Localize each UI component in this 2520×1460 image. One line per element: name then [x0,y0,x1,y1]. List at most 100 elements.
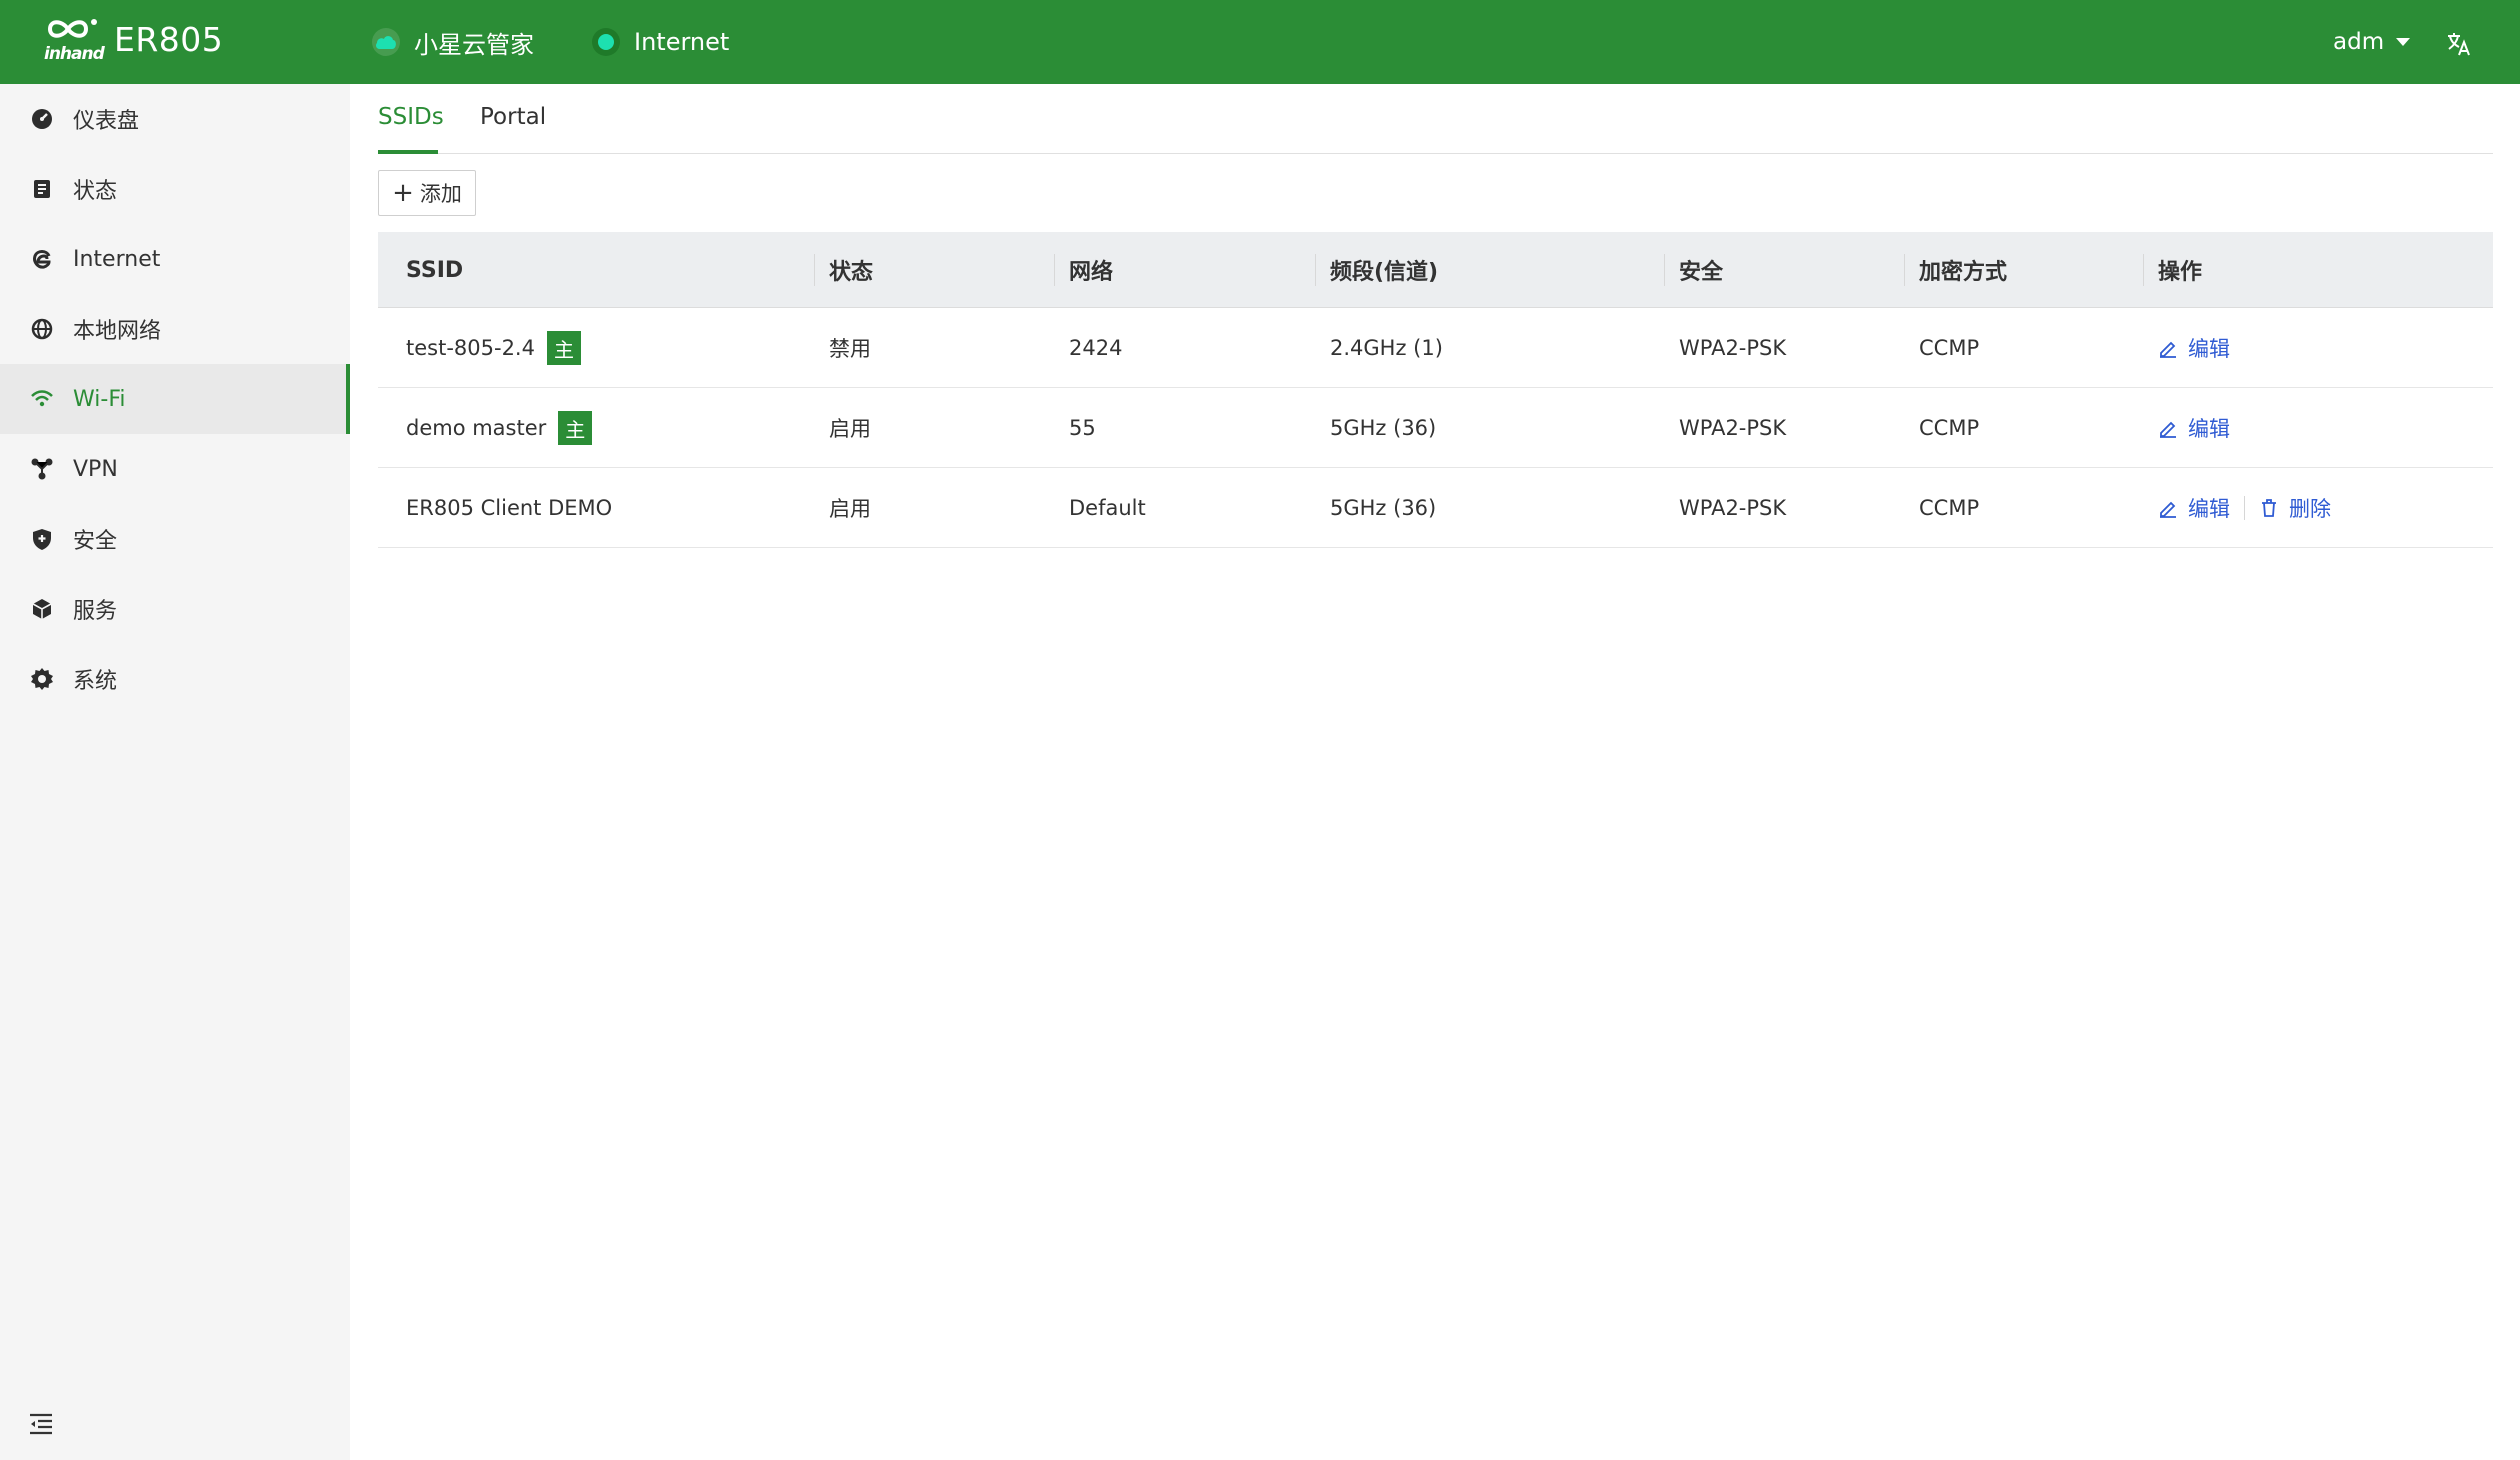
device-model: ER805 [114,19,224,59]
column-header-actions: 操作 [2158,260,2203,285]
sidebar-item-local-network[interactable]: 本地网络 [0,294,350,364]
ssid-name: ER805 Client DEMO [406,496,613,520]
band-cell: 5GHz (36) [1330,416,1437,440]
encryption-cell: CCMP [1919,336,1980,360]
edit-icon [2160,421,2176,438]
edit-label: 编辑 [2188,337,2230,361]
actions-cell: 编辑 [2158,308,2230,388]
edit-label: 编辑 [2188,417,2230,441]
username: adm [2333,29,2385,55]
brand-name: inhand [44,44,105,64]
edit-icon [2160,501,2176,518]
sidebar-item-label: 服务 [73,599,118,624]
table-row: demo master 主 启用 55 5GHz (36) WPA2-PSK C… [378,388,2493,468]
column-header-security[interactable]: 安全 [1679,232,1723,308]
security-cell: WPA2-PSK [1679,416,1787,440]
column-header-ssid[interactable]: SSID [406,232,463,308]
cube-icon [30,597,54,621]
sidebar-item-label: 仪表盘 [73,109,140,134]
primary-badge: 主 [546,331,581,365]
ssid-cell: demo master 主 [406,388,593,468]
primary-badge: 主 [558,411,593,445]
actions-cell: 编辑 [2158,388,2230,468]
internet-status[interactable]: Internet [592,0,729,84]
security-cell: WPA2-PSK [1679,336,1787,360]
network-cell: 55 [1069,416,1096,440]
tab-label: SSIDs [378,104,444,130]
document-icon [30,177,54,201]
sidebar-item-internet[interactable]: Internet [0,224,350,294]
table-row: ER805 Client DEMO 启用 Default 5GHz (36) W… [378,468,2493,548]
plus-icon: + [392,178,414,208]
sidebar-item-vpn[interactable]: VPN [0,434,350,504]
column-header-encryption[interactable]: 加密方式 [1919,232,2007,308]
translate-icon[interactable] [2445,30,2473,58]
cloud-status[interactable]: 小星云管家 [372,0,534,84]
delete-button[interactable]: 删除 [2259,493,2331,523]
tab-label: Portal [480,104,547,130]
edit-button[interactable]: 编辑 [2158,413,2230,443]
sidebar-item-wifi[interactable]: Wi-Fi [0,364,350,434]
cloud-label: 小星云管家 [414,30,534,59]
sidebar-item-system[interactable]: 系统 [0,644,350,714]
tab-bar: SSIDs Portal [378,84,2493,154]
security-cell: WPA2-PSK [1679,496,1787,520]
edit-icon [2160,341,2176,358]
shield-icon [30,527,54,551]
tab-ssids[interactable]: SSIDs [378,104,444,130]
delete-label: 删除 [2289,497,2331,521]
user-menu[interactable]: adm [2333,0,2411,84]
sidebar-item-label: 本地网络 [73,319,162,344]
column-header-network[interactable]: 网络 [1069,232,1113,308]
edit-button[interactable]: 编辑 [2158,333,2230,363]
ssid-name: test-805-2.4 [406,336,535,360]
sidebar-item-label: 状态 [73,179,118,204]
sidebar: 仪表盘 状态 Internet 本地网络 Wi-Fi VPN 安全 服务 系统 [0,84,350,1460]
action-divider [2244,496,2245,520]
sidebar-item-dashboard[interactable]: 仪表盘 [0,84,350,154]
column-header-band[interactable]: 频段(信道) [1330,232,1438,308]
encryption-cell: CCMP [1919,496,1980,520]
main-content: SSIDs Portal + 添加 SSID 状态 网络 频段(信道) 安全 加… [350,84,2520,1460]
trash-icon [2262,499,2276,517]
status-cell: 启用 [829,417,871,441]
sidebar-item-security[interactable]: 安全 [0,504,350,574]
ssid-cell: test-805-2.4 主 [406,308,581,388]
column-header-status[interactable]: 状态 [829,232,873,308]
cloud-icon [372,28,400,56]
sidebar-item-status[interactable]: 状态 [0,154,350,224]
wifi-icon [30,387,54,411]
table-header: SSID 状态 网络 频段(信道) 安全 加密方式 操作 [378,232,2493,308]
sidebar-item-label: 安全 [73,529,118,554]
band-cell: 2.4GHz (1) [1330,336,1443,360]
ssid-cell: ER805 Client DEMO [406,468,612,548]
internet-status-dot-icon [592,28,620,56]
active-tab-indicator [378,150,438,154]
status-cell: 启用 [829,497,871,521]
dashboard-icon [30,107,54,131]
vpn-icon [30,457,54,481]
edit-button[interactable]: 编辑 [2158,493,2230,523]
internet-label: Internet [634,28,730,56]
network-cell: 2424 [1069,336,1123,360]
gear-icon [30,667,54,691]
caret-down-icon [2396,38,2411,46]
sidebar-item-services[interactable]: 服务 [0,574,350,644]
sidebar-item-label: VPN [73,456,118,482]
top-header: inhand ER805 小星云管家 Internet adm [0,0,2520,84]
network-cell: Default [1069,496,1146,520]
sidebar-item-label: Internet [73,246,161,272]
collapse-sidebar-icon[interactable] [28,1411,54,1437]
band-cell: 5GHz (36) [1330,496,1437,520]
tab-portal[interactable]: Portal [480,104,546,130]
actions-cell: 编辑 删除 [2158,468,2331,548]
internet-icon [30,247,54,271]
sidebar-item-label: 系统 [73,669,118,694]
table-row: test-805-2.4 主 禁用 2424 2.4GHz (1) WPA2-P… [378,308,2493,388]
globe-icon [30,317,54,341]
encryption-cell: CCMP [1919,416,1980,440]
add-ssid-button[interactable]: + 添加 [378,170,476,216]
app-logo: inhand ER805 [44,14,223,64]
add-button-label: 添加 [419,182,462,206]
status-cell: 禁用 [829,337,871,361]
